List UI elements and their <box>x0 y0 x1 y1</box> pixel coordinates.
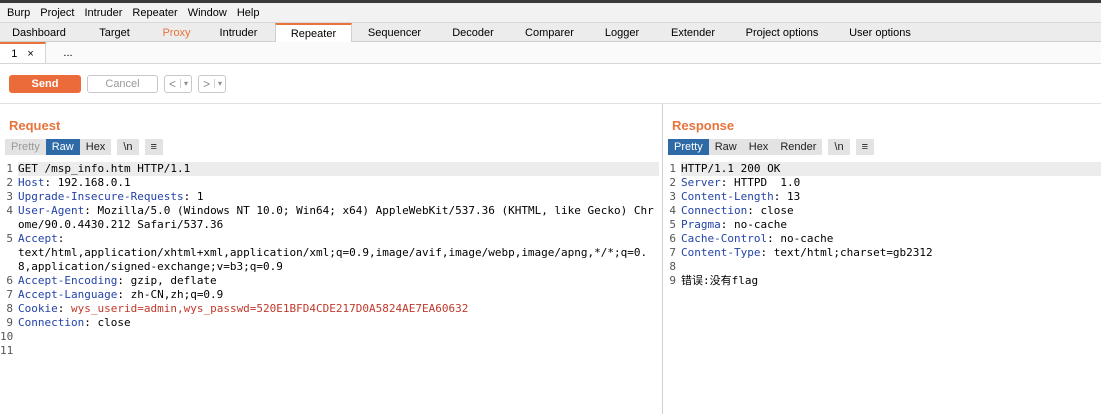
tab-repeater[interactable]: Repeater <box>275 23 352 42</box>
menu-bar: Burp Project Intruder Repeater Window He… <box>0 3 1101 22</box>
request-pane: Request Pretty Raw Hex \n ≡ 1 GET /msp_in… <box>0 104 663 414</box>
response-editor[interactable]: 1 HTTP/1.1 200 OK 2 Server: HTTPD 1.0 3 Con… <box>663 162 1101 288</box>
main-tabs: Dashboard Target Proxy Intruder Repeater… <box>0 22 1101 42</box>
response-line-2: 2 Server: HTTPD 1.0 <box>669 176 801 189</box>
request-line-4: 4 User-Agent: Mozilla/5.0 (Windows NT 10.… <box>6 204 654 231</box>
send-button[interactable]: Send <box>9 74 81 93</box>
request-tab-hex[interactable]: Hex <box>79 139 112 155</box>
menu-repeater[interactable]: Repeater <box>127 7 182 19</box>
response-line-6: 6 Cache-Control: no-cache <box>669 232 834 245</box>
new-tab-button[interactable]: ... <box>46 42 90 63</box>
response-title: Response <box>672 117 735 133</box>
tab-intruder[interactable]: Intruder <box>202 23 275 42</box>
request-line-3: 3 Upgrade-Insecure-Requests: 1 <box>6 190 204 203</box>
repeater-toolbar: Send Cancel < ▾ > ▾ <box>0 64 1101 104</box>
tab-sequencer[interactable]: Sequencer <box>352 23 437 42</box>
repeater-subtabs: 1 × ... <box>0 42 1101 64</box>
newline-toggle-icon[interactable]: \n <box>117 139 139 155</box>
response-tab-hex[interactable]: Hex <box>742 139 775 155</box>
request-editor[interactable]: 1 GET /msp_info.htm HTTP/1.1 2 Host: 192.1… <box>0 162 659 358</box>
chevron-left-icon: < <box>169 76 177 91</box>
menu-window[interactable]: Window <box>183 7 232 19</box>
chevron-down-icon: ▾ <box>180 79 191 88</box>
cancel-button[interactable]: Cancel <box>87 74 158 93</box>
tab-target[interactable]: Target <box>78 23 151 42</box>
tab-dashboard[interactable]: Dashboard <box>0 23 78 42</box>
tab-logger[interactable]: Logger <box>590 23 654 42</box>
request-line-11: 11 <box>0 344 14 357</box>
response-line-4: 4 Connection: close <box>669 204 794 217</box>
response-line-5: 5 Pragma: no-cache <box>669 218 787 231</box>
menu-intruder[interactable]: Intruder <box>80 7 128 19</box>
response-view-tabs: Pretty Raw Hex Render \n ≡ <box>663 139 1101 155</box>
request-tab-raw[interactable]: Raw <box>45 139 80 155</box>
request-line-6: 6 Accept-Encoding: gzip, deflate <box>6 274 217 287</box>
menu-project[interactable]: Project <box>35 7 79 19</box>
response-line-8: 8 <box>669 260 676 273</box>
repeater-tab-label: 1 <box>11 47 18 60</box>
request-line-10: 10 <box>0 330 14 343</box>
tab-project-options[interactable]: Project options <box>732 23 832 42</box>
tab-decoder[interactable]: Decoder <box>437 23 509 42</box>
menu-icon[interactable]: ≡ <box>144 139 163 155</box>
chevron-right-icon: > <box>203 76 211 91</box>
response-tab-render[interactable]: Render <box>774 139 823 155</box>
request-title: Request <box>9 117 61 133</box>
response-pane: Response Pretty Raw Hex Render \n ≡ 1 HTT… <box>663 104 1101 414</box>
response-line-3: 3 Content-Length: 13 <box>669 190 801 203</box>
request-line-8: 8 Cookie: wys_userid=admin,wys_passwd=520… <box>6 302 469 315</box>
response-tab-pretty[interactable]: Pretty <box>668 139 709 155</box>
tab-extender[interactable]: Extender <box>654 23 732 42</box>
repeater-tab-1[interactable]: 1 × <box>0 42 46 63</box>
request-line-2: 2 Host: 192.168.0.1 <box>6 176 131 189</box>
chevron-down-icon: ▾ <box>214 79 225 88</box>
response-line-9: 9 错误:没有flag <box>669 274 759 287</box>
tab-user-options[interactable]: User options <box>832 23 928 42</box>
forward-button[interactable]: > ▾ <box>198 74 227 93</box>
menu-icon[interactable]: ≡ <box>855 139 874 155</box>
request-view-tabs: Pretty Raw Hex \n ≡ <box>0 139 662 155</box>
response-line-7: 7 Content-Type: text/html;charset=gb2312 <box>669 246 933 259</box>
message-panes: Request Pretty Raw Hex \n ≡ 1 GET /msp_in… <box>0 104 1101 414</box>
response-tab-raw[interactable]: Raw <box>708 139 743 155</box>
close-icon[interactable]: × <box>27 48 33 60</box>
request-line-5: 5 Accept: text/html,application/xhtml+xml… <box>6 232 648 273</box>
response-line-1: 1 HTTP/1.1 200 OK <box>663 162 1101 176</box>
request-line-7: 7 Accept-Language: zh-CN,zh;q=0.9 <box>6 288 224 301</box>
menu-burp[interactable]: Burp <box>2 7 35 19</box>
newline-toggle-icon[interactable]: \n <box>828 139 850 155</box>
cookie-value: wys_userid=admin,wys_passwd=520E1BFD4CDE… <box>71 302 469 315</box>
tab-proxy[interactable]: Proxy <box>151 23 202 42</box>
tab-comparer[interactable]: Comparer <box>509 23 590 42</box>
back-button[interactable]: < ▾ <box>164 74 193 93</box>
request-line-1: 1 GET /msp_info.htm HTTP/1.1 <box>0 162 659 176</box>
menu-help[interactable]: Help <box>232 7 265 19</box>
request-tab-pretty[interactable]: Pretty <box>5 139 46 155</box>
request-line-9: 9 Connection: close <box>6 316 131 329</box>
